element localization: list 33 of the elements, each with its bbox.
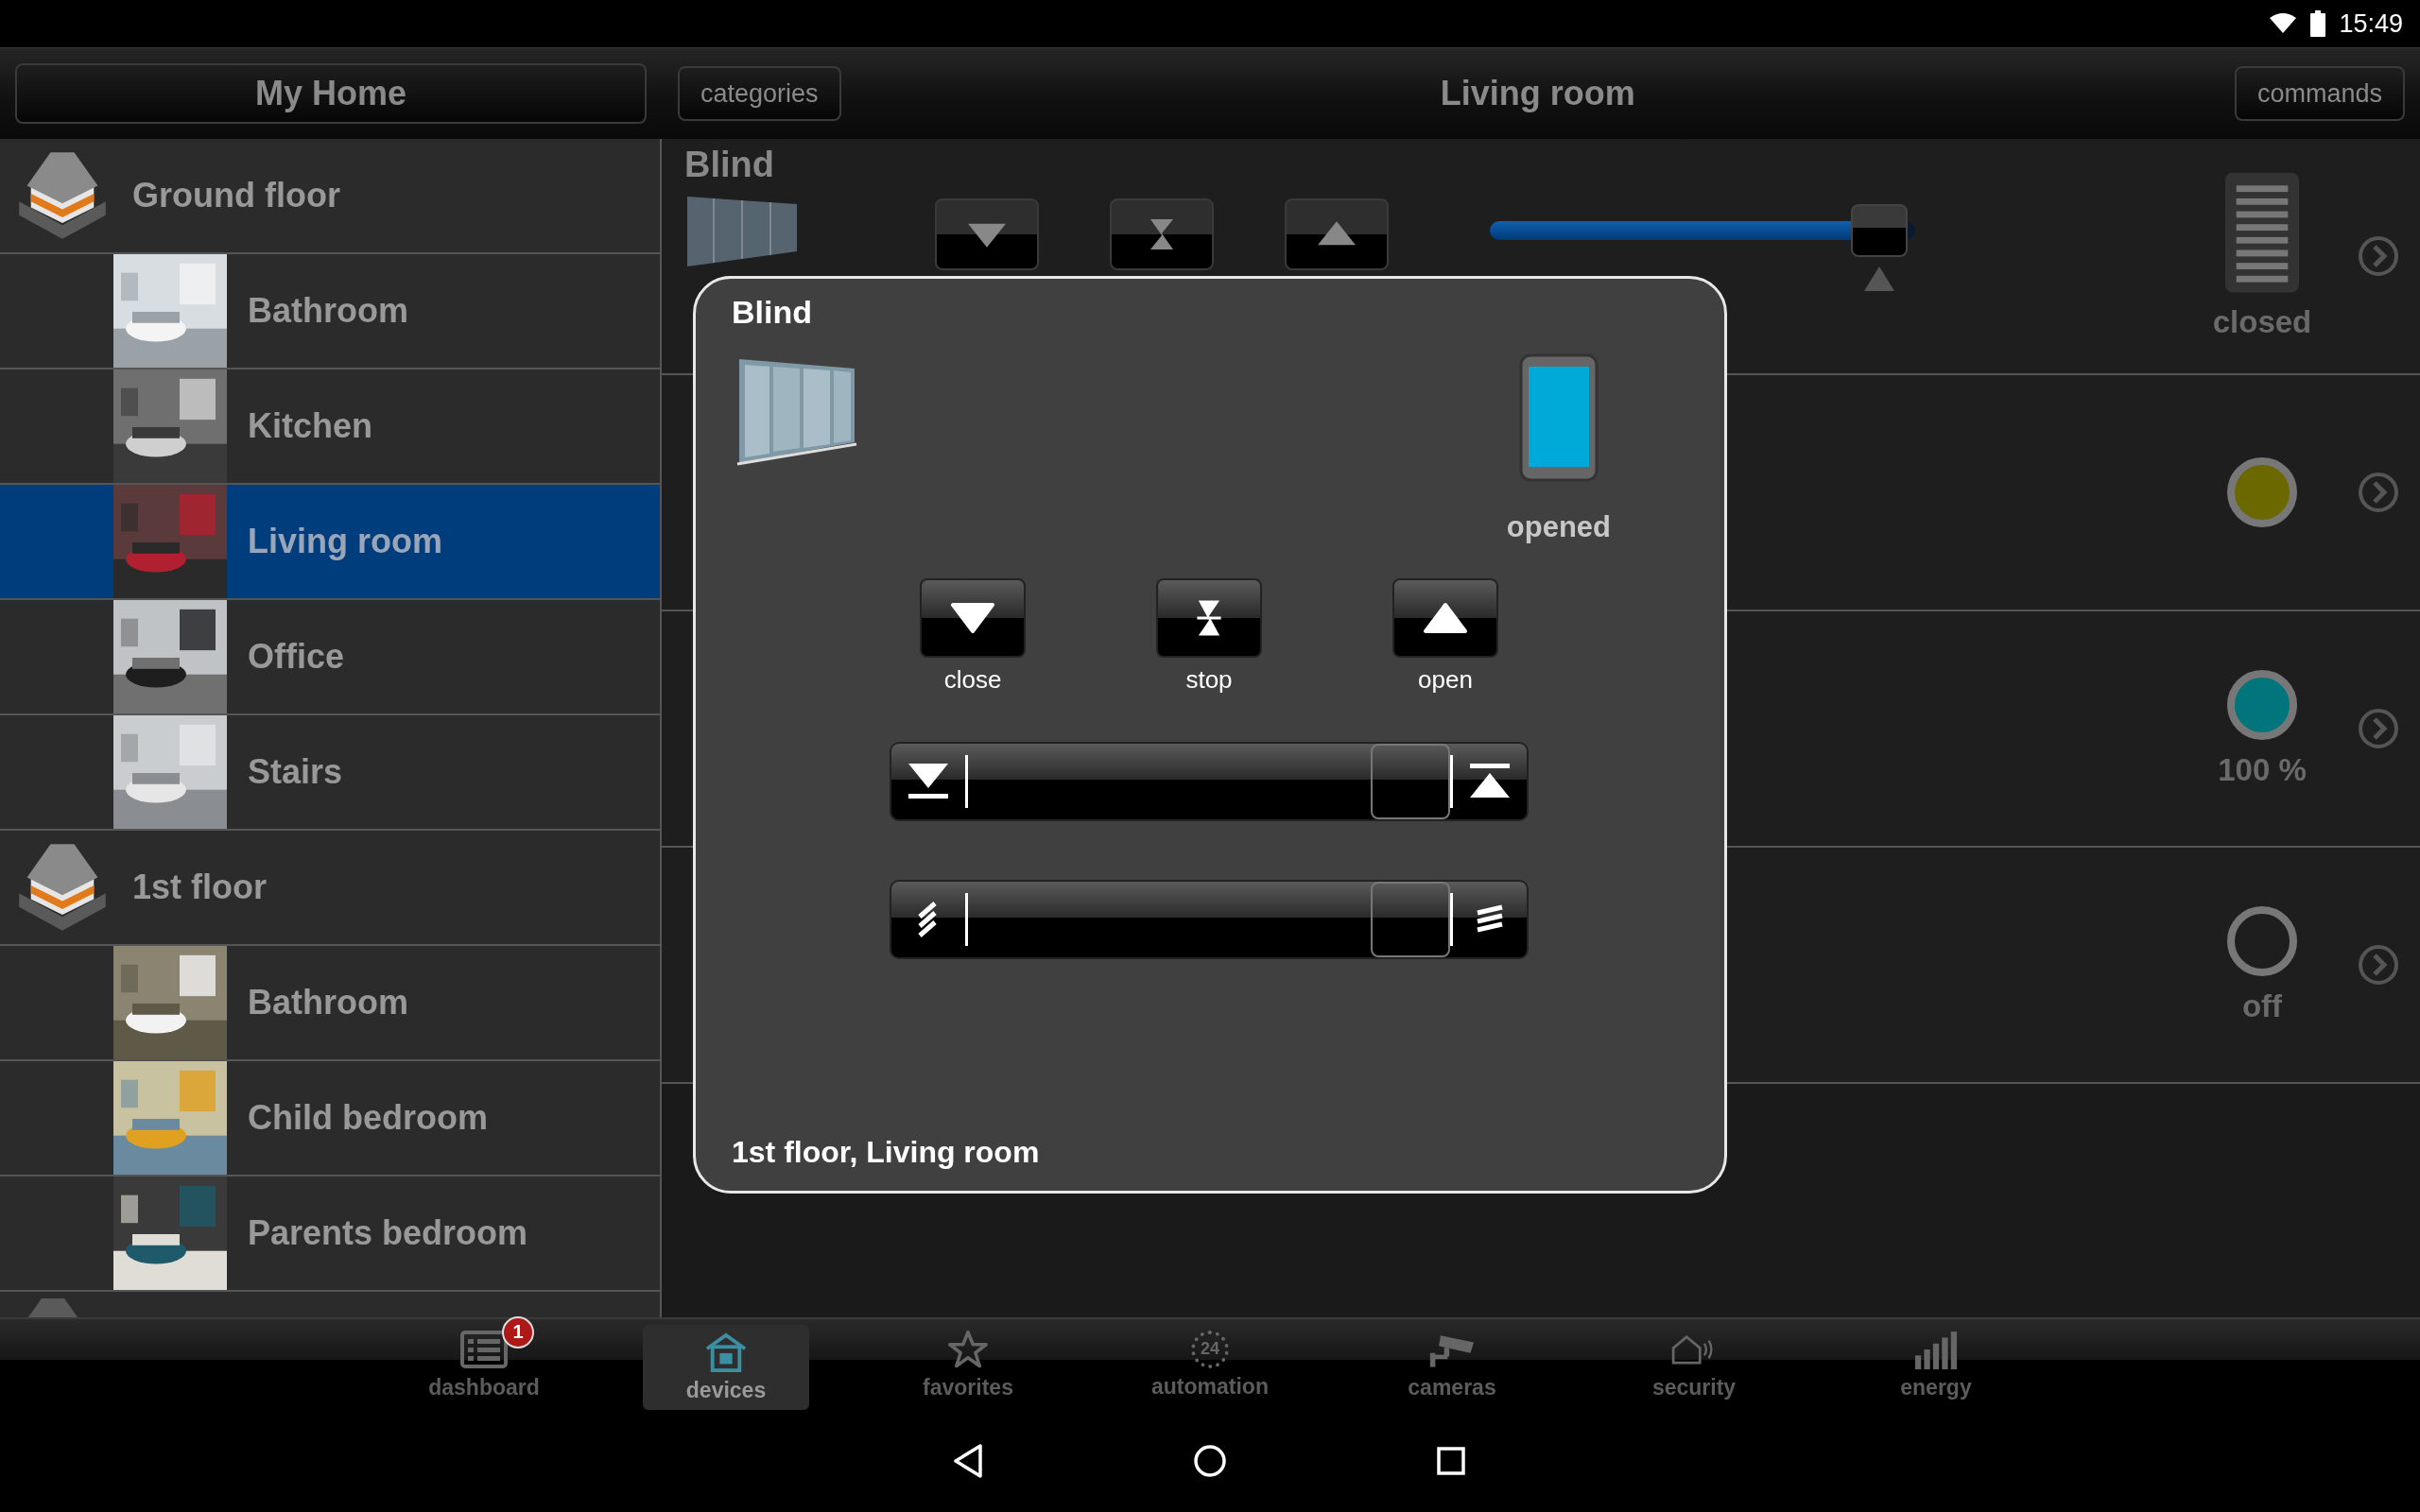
dialog-location: 1st floor, Living room xyxy=(732,1135,1040,1170)
sidebar-item[interactable]: Child bedroom xyxy=(0,1061,660,1177)
clock: 15:49 xyxy=(2339,9,2403,39)
clock-24-icon: 24 xyxy=(1191,1330,1229,1368)
commands-button[interactable]: commands xyxy=(2234,66,2405,121)
device-status: 100 % xyxy=(2218,752,2307,788)
button-caption: open xyxy=(1418,665,1473,695)
button-caption: stop xyxy=(1185,665,1233,695)
sidebar-item[interactable]: Bathroom xyxy=(0,254,660,369)
sidebar-item[interactable]: Bathroom xyxy=(0,946,660,1061)
notification-badge: 1 xyxy=(502,1315,534,1349)
energy-tab[interactable]: energy xyxy=(1815,1319,2057,1410)
devices-tab[interactable]: devices xyxy=(643,1325,809,1410)
sidebar-item[interactable]: Office xyxy=(0,600,660,715)
device-title: Blind xyxy=(684,145,775,185)
button-caption: close xyxy=(943,665,1002,695)
home-button[interactable]: My Home xyxy=(15,63,647,124)
sidebar-item[interactable]: Parents bedroom xyxy=(0,1177,660,1292)
security-tab[interactable]: security xyxy=(1573,1319,1815,1410)
sidebar-item[interactable]: Living room xyxy=(0,485,660,600)
cameras-tab[interactable]: cameras xyxy=(1331,1319,1573,1410)
device-status: off xyxy=(2241,988,2283,1024)
state-label: opened xyxy=(1506,510,1611,544)
sidebar-item[interactable]: Stairs xyxy=(0,715,660,831)
floor-item[interactable]: Ground floor xyxy=(0,139,660,254)
categories-button[interactable]: categories xyxy=(678,66,841,121)
sidebar-item[interactable]: Kitchen xyxy=(0,369,660,485)
automation-tab[interactable]: 24 automation xyxy=(1089,1319,1331,1410)
device-status: closed xyxy=(2212,304,2312,340)
favorites-tab[interactable]: favorites xyxy=(847,1319,1089,1410)
dialog-title: Blind xyxy=(732,294,812,331)
room-title: Living room xyxy=(1440,74,1635,113)
floor-item[interactable]: 1st floor xyxy=(0,831,660,946)
